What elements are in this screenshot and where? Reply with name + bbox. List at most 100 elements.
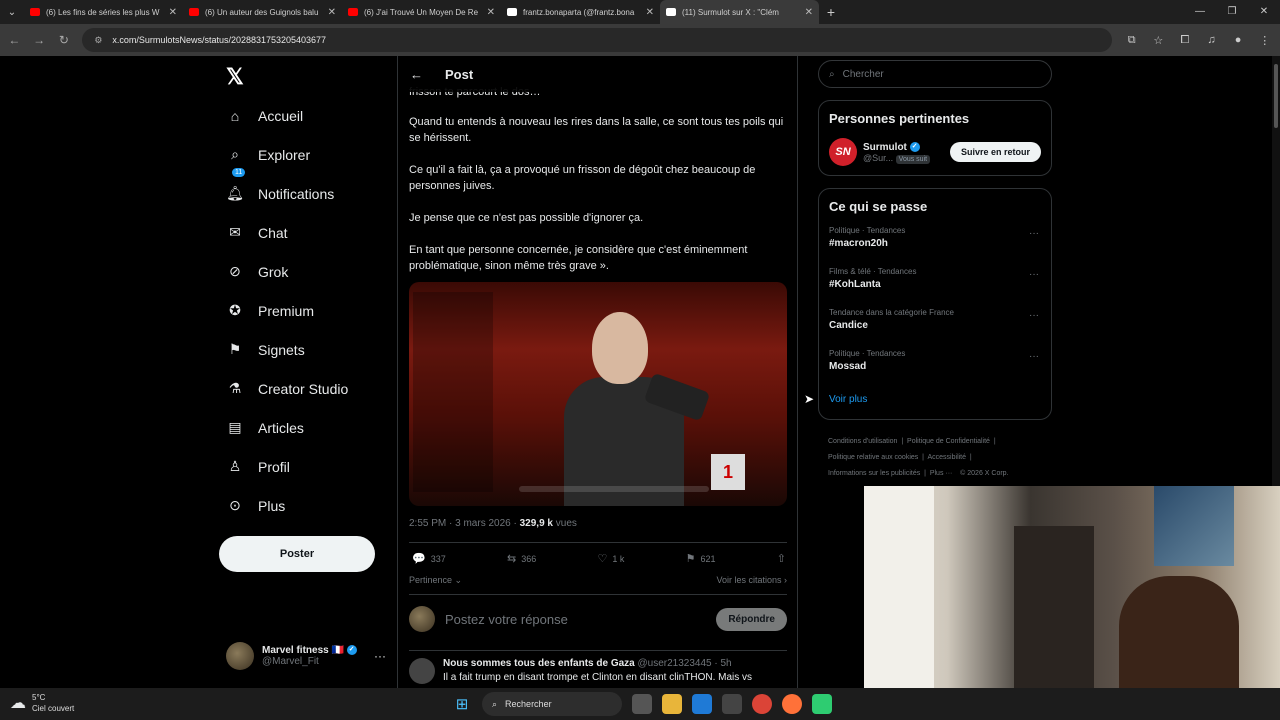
minimize-button[interactable]: — — [1184, 0, 1216, 24]
reply-item[interactable]: Nous sommes tous des enfants de Gaza @us… — [409, 658, 787, 684]
edge-icon[interactable] — [692, 694, 712, 714]
post-video-thumbnail[interactable]: 1 — [409, 282, 787, 506]
nav-item-label: Plus — [258, 497, 286, 514]
store-icon[interactable] — [722, 694, 742, 714]
footer-link[interactable]: Conditions d'utilisation — [828, 438, 897, 445]
x-logo-icon[interactable]: 𝕏 — [226, 64, 244, 90]
footer-link[interactable]: Politique de Confidentialité — [907, 438, 990, 445]
more-options-icon[interactable]: ··· — [1029, 228, 1039, 239]
more-options-icon[interactable]: ··· — [1029, 310, 1039, 321]
site-info-icon[interactable]: ⚙ — [94, 35, 102, 46]
nav-item-articles[interactable]: ▤ Articles — [226, 408, 348, 447]
reply-count: 337 — [430, 553, 446, 564]
tab-list-chevron-icon[interactable]: ⌄ — [0, 0, 24, 24]
person-name: Surmulot — [863, 141, 907, 153]
menu-icon[interactable]: ⋮ — [1257, 34, 1272, 47]
post-metadata: 2:55 PM · 3 mars 2026 · 329,9 k vues — [409, 518, 577, 529]
like-action[interactable]: ♡ 1 k — [597, 552, 624, 565]
trend-item[interactable]: Tendance dans la catégorie France Candice… — [819, 306, 1051, 347]
back-icon[interactable]: ← — [8, 33, 21, 47]
profile-icon[interactable]: ● — [1231, 34, 1246, 46]
footer-link[interactable]: Politique relative aux cookies — [828, 454, 918, 461]
footer-link[interactable]: Informations sur les publicités — [828, 470, 920, 477]
follow-back-button[interactable]: Suivre en retour — [949, 142, 1041, 162]
webcam-person — [1119, 576, 1239, 688]
nav-item-profil[interactable]: ♙ Profil — [226, 447, 348, 486]
weather-widget[interactable]: ☁ 5°C Ciel couvert — [10, 692, 74, 714]
sort-dropdown[interactable]: Pertinence ⌄ — [409, 575, 462, 586]
address-bar-row: ← → ↻ ⚙ x.com/SurmulotsNews/status/20288… — [0, 24, 1280, 56]
nav-item-plus[interactable]: ⊙ Plus — [226, 486, 348, 525]
maximize-button[interactable]: ❐ — [1216, 0, 1248, 24]
person-handle: @Sur... — [863, 152, 894, 163]
nav-item-grok[interactable]: ⊘ Grok — [226, 252, 348, 291]
more-options-icon[interactable]: ··· — [1029, 351, 1039, 362]
url-field[interactable]: ⚙ x.com/SurmulotsNews/status/20288317532… — [82, 28, 1113, 52]
install-app-icon[interactable]: ⧉ — [1124, 34, 1139, 47]
reply-author: Nous sommes tous des enfants de Gaza — [443, 658, 635, 669]
bookmark-star-icon[interactable]: ☆ — [1151, 34, 1166, 47]
reply-composer: Postez votre réponse Répondre — [409, 606, 787, 632]
trend-name: Candice — [829, 320, 868, 331]
reply-input[interactable]: Postez votre réponse — [445, 612, 706, 627]
task-view-icon[interactable] — [632, 694, 652, 714]
trend-item[interactable]: Politique · Tendances Mossad ··· — [819, 347, 1051, 388]
close-tab-icon[interactable]: ✕ — [805, 7, 813, 18]
quotes-label: Voir les citations — [716, 575, 782, 585]
trend-item[interactable]: Films & télé · Tendances #KohLanta ··· — [819, 265, 1051, 306]
footer-link[interactable]: Plus ··· — [930, 470, 953, 477]
trend-context: Tendance dans la catégorie France — [829, 308, 954, 317]
close-tab-icon[interactable]: ✕ — [169, 7, 177, 18]
account-switcher[interactable]: Marvel fitness 🇫🇷 ✓ @Marvel_Fit ··· — [226, 642, 386, 670]
extensions-icon[interactable]: ⧠ — [1178, 34, 1193, 47]
forward-icon[interactable]: → — [33, 33, 46, 47]
close-tab-icon[interactable]: ✕ — [328, 7, 336, 18]
app-icon[interactable] — [812, 694, 832, 714]
nav-item-accueil[interactable]: ⌂ Accueil — [226, 96, 348, 135]
view-quotes-link[interactable]: Voir les citations › — [716, 575, 787, 586]
person-row[interactable]: SN Surmulot ✓ @Sur... Vous suit Suivre e… — [819, 126, 1051, 178]
repost-action[interactable]: ⇆ 366 — [507, 552, 536, 565]
nav-item-premium[interactable]: ✪ Premium — [226, 291, 348, 330]
more-options-icon[interactable]: ··· — [1029, 269, 1039, 280]
scrollbar-thumb[interactable] — [1274, 64, 1278, 128]
close-window-button[interactable]: ✕ — [1248, 0, 1280, 24]
bookmark-action[interactable]: ⚑ 621 — [686, 552, 716, 565]
nav-item-chat[interactable]: ✉ Chat — [226, 213, 348, 252]
browser-tab[interactable]: (6) J'ai Trouvé Un Moyen De Re ✕ — [342, 0, 501, 24]
surmulot-logo-icon: SN — [829, 138, 857, 166]
file-explorer-icon[interactable] — [662, 694, 682, 714]
show-more-link[interactable]: Voir plus — [819, 388, 1051, 415]
nav-item-creator-studio[interactable]: ⚗ Creator Studio — [226, 369, 349, 408]
webcam-shelf — [1014, 526, 1094, 688]
nav-item-explorer[interactable]: ⌕ Explorer — [226, 135, 348, 174]
reply-text: Il a fait trump en disant trompe et Clin… — [443, 672, 753, 683]
reply-button[interactable]: Répondre — [716, 607, 787, 631]
media-control-icon[interactable]: ♫ — [1204, 34, 1219, 46]
back-arrow-icon[interactable]: ← — [410, 67, 423, 82]
windows-start-icon[interactable]: ⊞ — [452, 694, 472, 714]
nav-item-signets[interactable]: ⚑ Signets — [226, 330, 348, 369]
share-action[interactable]: ⇧ — [777, 552, 786, 565]
taskbar-search[interactable]: ⌕ Rechercher — [482, 692, 622, 716]
new-tab-button[interactable]: + — [819, 4, 843, 20]
footer-link[interactable]: Accessibilité — [928, 454, 967, 461]
search-input[interactable]: ⌕ Chercher — [818, 60, 1052, 88]
chevron-down-icon: ⌄ — [454, 575, 463, 585]
browser-tab[interactable]: frantz.bonaparta (@frantz.bona ✕ — [501, 0, 660, 24]
chrome-icon[interactable] — [752, 694, 772, 714]
verified-badge-icon: ✓ — [346, 645, 357, 656]
taskbar-apps: ⊞ ⌕ Rechercher — [452, 692, 832, 716]
nav-item-notifications[interactable]: 🔔︎ 11 Notifications — [226, 168, 348, 213]
browser-tab[interactable]: (6) Les fins de séries les plus W ✕ — [24, 0, 183, 24]
browser-tab[interactable]: (6) Un auteur des Guignols balu ✕ — [183, 0, 342, 24]
close-tab-icon[interactable]: ✕ — [487, 7, 495, 18]
account-more-icon[interactable]: ··· — [374, 649, 386, 663]
trend-item[interactable]: Politique · Tendances #macron20h ··· — [819, 224, 1051, 265]
firefox-icon[interactable] — [782, 694, 802, 714]
post-button[interactable]: Poster — [219, 536, 375, 572]
browser-tab[interactable]: (11) Surmulot sur X : "Clém ✕ — [660, 0, 819, 24]
reply-action[interactable]: 💬 337 — [412, 552, 446, 565]
reload-icon[interactable]: ↻ — [58, 33, 71, 47]
close-tab-icon[interactable]: ✕ — [646, 7, 654, 18]
